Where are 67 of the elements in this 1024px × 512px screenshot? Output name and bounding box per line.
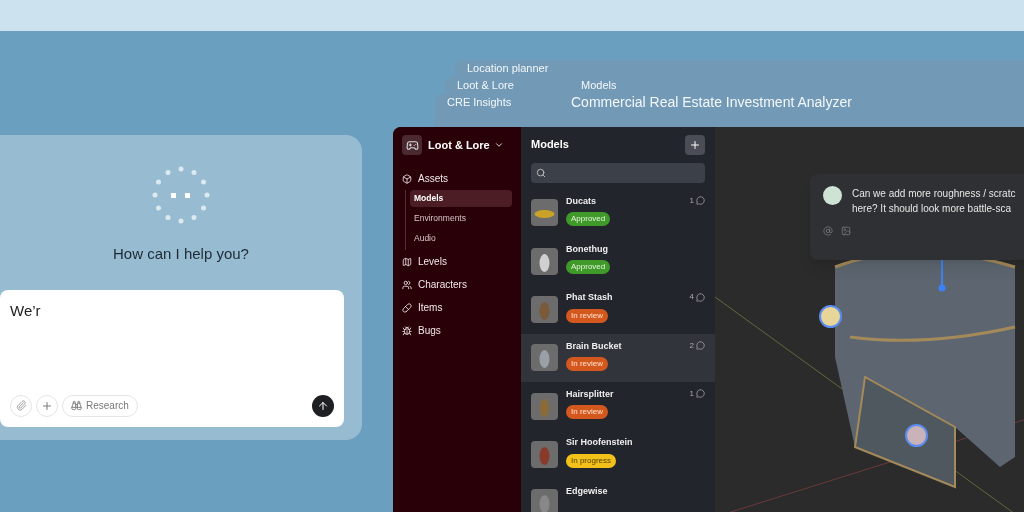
input-text: We’r bbox=[10, 300, 42, 321]
send-button[interactable] bbox=[312, 394, 334, 417]
panel-title: Models bbox=[531, 137, 569, 153]
window-title: Loot & Lore bbox=[456, 78, 515, 92]
model-name: Bonethug bbox=[566, 242, 609, 256]
workspace-switcher[interactable]: Loot & Lore bbox=[428, 136, 504, 154]
comment-count: 1 bbox=[689, 194, 694, 207]
pill-icon bbox=[402, 302, 412, 313]
nav-item[interactable]: Assets bbox=[402, 167, 512, 190]
cube-icon bbox=[402, 173, 412, 184]
add-button[interactable] bbox=[685, 134, 705, 155]
map-icon bbox=[402, 256, 412, 267]
comment-icon bbox=[696, 196, 705, 206]
image-icon bbox=[841, 226, 851, 236]
model-row[interactable]: Bonethug Approved bbox=[521, 236, 715, 286]
status-badge: In review bbox=[566, 405, 608, 420]
window-title: CRE Insights bbox=[446, 95, 513, 109]
mention-icon bbox=[823, 226, 833, 236]
nav-subitem[interactable]: Models bbox=[410, 190, 512, 207]
loading-icon bbox=[151, 165, 211, 225]
nav-item[interactable]: Characters bbox=[402, 273, 512, 296]
status-badge: Approved bbox=[566, 212, 611, 227]
comment-count: 4 bbox=[689, 291, 694, 304]
message-field[interactable]: We’r Research bbox=[0, 289, 344, 427]
nav-item[interactable]: Levels bbox=[402, 250, 512, 273]
model-name: Hairsplitter bbox=[566, 387, 615, 401]
comment-count: 1 bbox=[689, 387, 694, 400]
panel-title: Commercial Real Estate Investment Analyzer bbox=[570, 94, 852, 109]
paperclip-icon bbox=[15, 400, 27, 411]
search-icon bbox=[536, 167, 546, 178]
plus-icon bbox=[689, 138, 701, 151]
comment-text: Can we add more roughness / scratc here? It should look more battle-sca bbox=[852, 187, 1017, 216]
people-icon bbox=[402, 279, 412, 290]
model-row[interactable]: Edgewise bbox=[521, 478, 715, 512]
nav-item[interactable]: Bugs bbox=[402, 319, 512, 342]
nav-subitem[interactable]: Environments bbox=[410, 210, 512, 227]
model-name: Phat Stash bbox=[566, 291, 614, 305]
nav-item[interactable]: Items bbox=[402, 296, 512, 319]
model-name: Ducats bbox=[566, 194, 597, 208]
plus-icon bbox=[41, 399, 53, 412]
model-name: Brain Bucket bbox=[566, 339, 623, 353]
binoculars-icon bbox=[71, 400, 82, 411]
search-field[interactable] bbox=[531, 163, 705, 183]
model-name: Sir Hoofenstein bbox=[566, 436, 634, 450]
model-row[interactable]: Ducats Approved 1 bbox=[521, 188, 715, 237]
nav-subitem[interactable]: Audio bbox=[410, 230, 512, 247]
prompt-heading: How can I help you? bbox=[113, 244, 249, 264]
comment-icon bbox=[696, 292, 705, 302]
arrow-up-icon bbox=[317, 399, 329, 412]
comment-icon bbox=[696, 341, 705, 351]
comment-count: 2 bbox=[689, 339, 694, 352]
panel-title: Models bbox=[580, 78, 617, 92]
model-row[interactable]: Phat Stash In review 4 bbox=[521, 285, 715, 334]
bug-icon bbox=[402, 325, 412, 336]
comment-icon bbox=[696, 389, 705, 399]
chevron-down-icon bbox=[493, 140, 504, 150]
window-title: Location planner bbox=[466, 61, 550, 75]
status-badge: Approved bbox=[566, 260, 611, 275]
status-badge: In review bbox=[566, 308, 608, 323]
avatar bbox=[823, 186, 842, 205]
model-name: Edgewise bbox=[566, 484, 609, 498]
model-row[interactable]: Sir Hoofenstein In progress bbox=[521, 430, 715, 479]
gamepad-icon bbox=[402, 135, 422, 155]
model-row[interactable]: Brain Bucket In review 2 bbox=[521, 333, 715, 382]
status-badge: In progress bbox=[566, 453, 617, 468]
model-row[interactable]: Hairsplitter In review 1 bbox=[521, 381, 715, 431]
status-badge: In review bbox=[566, 357, 608, 372]
